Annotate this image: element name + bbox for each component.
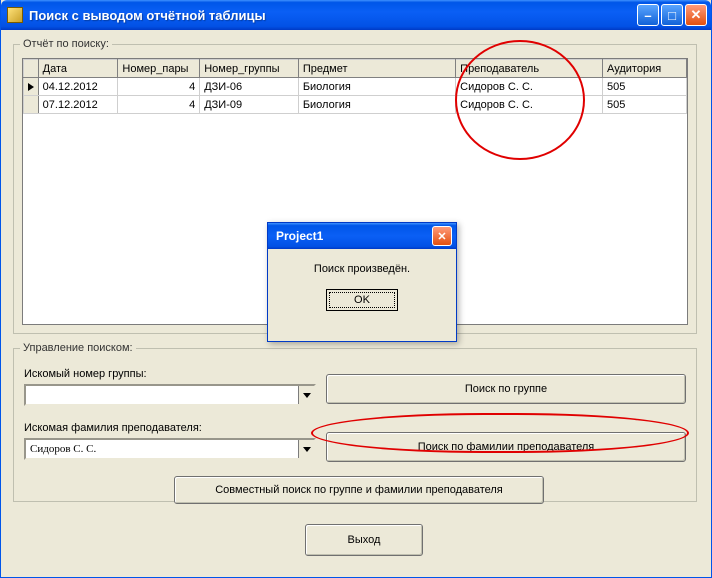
- dialog-message: Поиск произведён.: [268, 263, 456, 275]
- row-indicator: [24, 78, 39, 96]
- report-legend: Отчёт по поиску:: [20, 38, 112, 50]
- dialog-titlebar[interactable]: Project1 ✕: [268, 223, 456, 249]
- table-row[interactable]: 04.12.2012 4 ДЗИ-06 Биология Сидоров С. …: [24, 78, 687, 96]
- col-date[interactable]: Дата: [38, 60, 118, 78]
- group-label: Искомый номер группы:: [24, 368, 147, 380]
- chevron-down-icon[interactable]: [298, 386, 314, 404]
- search-by-teacher-label: Поиск по фамилии преподавателя: [418, 442, 595, 453]
- col-group[interactable]: Номер_группы: [200, 60, 299, 78]
- window-title: Поиск с выводом отчётной таблицы: [29, 8, 637, 23]
- search-both-label: Совместный поиск по группе и фамилии пре…: [215, 485, 503, 496]
- search-by-teacher-button[interactable]: Поиск по фамилии преподавателя: [326, 432, 686, 462]
- col-room[interactable]: Аудитория: [603, 60, 687, 78]
- cell-group[interactable]: ДЗИ-06: [200, 78, 299, 96]
- minimize-button[interactable]: –: [637, 4, 659, 26]
- row-indicator-header: [24, 60, 39, 78]
- app-icon: [7, 7, 23, 23]
- teacher-combo[interactable]: [24, 438, 316, 460]
- col-pair[interactable]: Номер_пары: [118, 60, 200, 78]
- dialog-close-button[interactable]: ✕: [432, 226, 452, 246]
- table-row[interactable]: 07.12.2012 4 ДЗИ-09 Биология Сидоров С. …: [24, 96, 687, 114]
- search-both-button[interactable]: Совместный поиск по группе и фамилии пре…: [174, 476, 544, 504]
- cell-subject[interactable]: Биология: [298, 96, 455, 114]
- exit-label: Выход: [348, 535, 381, 546]
- dialog-ok-button[interactable]: OK: [326, 289, 398, 311]
- cell-group[interactable]: ДЗИ-09: [200, 96, 299, 114]
- cell-pair[interactable]: 4: [118, 78, 200, 96]
- cell-room[interactable]: 505: [603, 96, 687, 114]
- cell-subject[interactable]: Биология: [298, 78, 455, 96]
- group-input[interactable]: [26, 386, 298, 404]
- col-teacher[interactable]: Преподаватель: [456, 60, 603, 78]
- dialog-title: Project1: [276, 229, 432, 243]
- close-button[interactable]: ✕: [685, 4, 707, 26]
- cell-date[interactable]: 04.12.2012: [38, 78, 118, 96]
- message-dialog: Project1 ✕ Поиск произведён. OK: [267, 222, 457, 342]
- controls-groupbox: Управление поиском: Искомый номер группы…: [13, 342, 697, 502]
- cell-pair[interactable]: 4: [118, 96, 200, 114]
- search-by-group-label: Поиск по группе: [465, 384, 547, 395]
- main-window: Поиск с выводом отчётной таблицы – □ ✕ О…: [0, 0, 712, 578]
- cell-date[interactable]: 07.12.2012: [38, 96, 118, 114]
- client-area: Отчёт по поиску: Дата Номер_пары Номер_г…: [5, 34, 707, 573]
- cell-room[interactable]: 505: [603, 78, 687, 96]
- maximize-button[interactable]: □: [661, 4, 683, 26]
- search-by-group-button[interactable]: Поиск по группе: [326, 374, 686, 404]
- cell-teacher[interactable]: Сидоров С. С.: [456, 78, 603, 96]
- header-row: Дата Номер_пары Номер_группы Предмет Пре…: [24, 60, 687, 78]
- dialog-ok-label: OK: [354, 294, 370, 306]
- exit-button[interactable]: Выход: [305, 524, 423, 556]
- cell-teacher[interactable]: Сидоров С. С.: [456, 96, 603, 114]
- row-indicator: [24, 96, 39, 114]
- group-combo[interactable]: [24, 384, 316, 406]
- titlebar[interactable]: Поиск с выводом отчётной таблицы – □ ✕: [1, 0, 711, 30]
- col-subject[interactable]: Предмет: [298, 60, 455, 78]
- dialog-body: Поиск произведён. OK: [268, 249, 456, 311]
- report-table: Дата Номер_пары Номер_группы Предмет Пре…: [23, 59, 687, 114]
- chevron-down-icon[interactable]: [298, 440, 314, 458]
- teacher-label: Искомая фамилия преподавателя:: [24, 422, 202, 434]
- teacher-input[interactable]: [26, 440, 298, 458]
- controls-legend: Управление поиском:: [20, 342, 136, 354]
